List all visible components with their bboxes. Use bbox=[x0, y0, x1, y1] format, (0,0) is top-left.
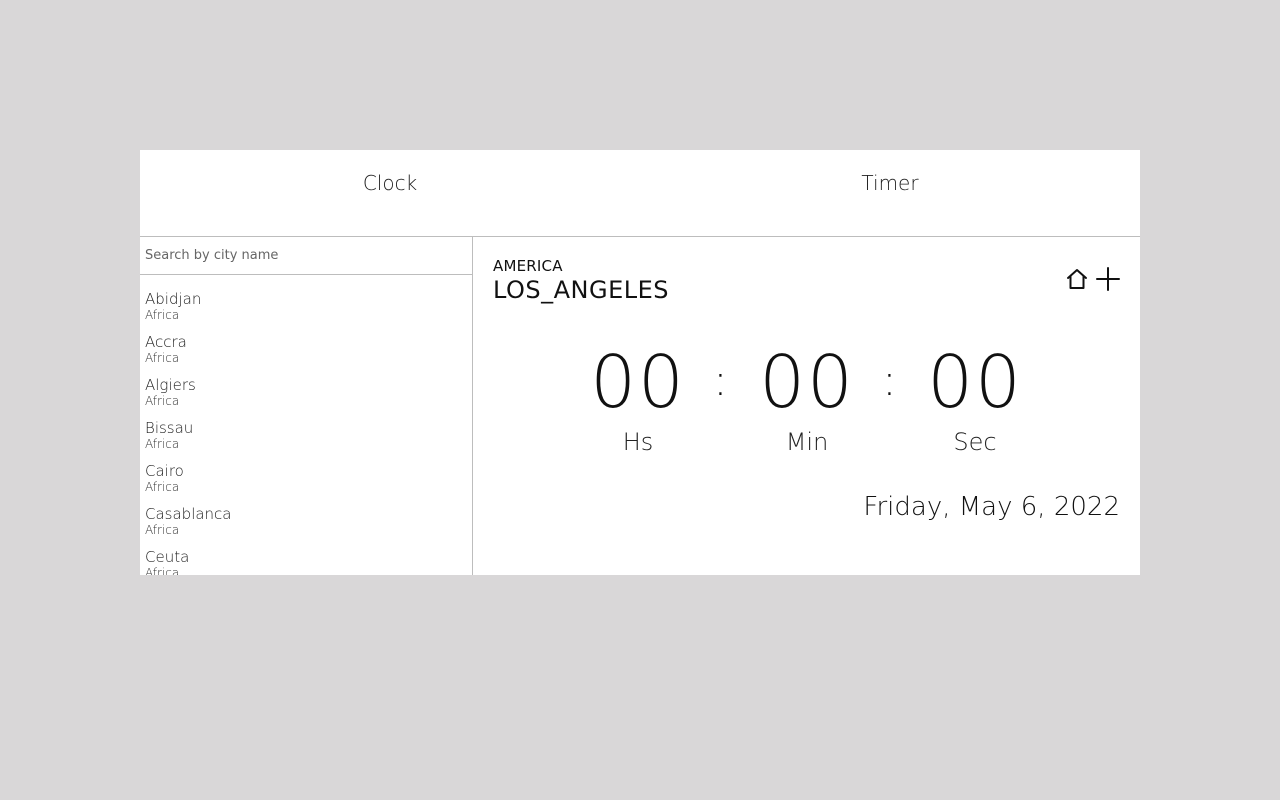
city-name: Accra bbox=[145, 333, 187, 351]
time-separator: : bbox=[713, 355, 728, 406]
city-region: Africa bbox=[145, 351, 180, 365]
plus-icon bbox=[1096, 267, 1120, 291]
home-icon bbox=[1067, 269, 1087, 289]
hours-value: 00 bbox=[590, 340, 686, 424]
tab-timer[interactable]: Timer bbox=[640, 150, 1140, 236]
hours-label: Hs bbox=[622, 428, 654, 456]
city-name: Ceuta bbox=[145, 548, 190, 566]
world-clock-app: Clock Timer Abidjan Africa Accra Africa … bbox=[140, 150, 1140, 575]
city-region: Africa bbox=[145, 480, 180, 494]
minutes-block: 00 Min bbox=[737, 337, 877, 457]
city-region: Africa bbox=[145, 394, 180, 408]
city-region: Africa bbox=[145, 523, 180, 537]
city-region: Africa bbox=[145, 566, 180, 575]
city-item-algiers[interactable]: Algiers Africa bbox=[145, 376, 472, 419]
seconds-value: 00 bbox=[927, 340, 1023, 424]
tab-clock[interactable]: Clock bbox=[140, 150, 640, 236]
city-item-ceuta[interactable]: Ceuta Africa bbox=[145, 548, 472, 575]
city-item-bissau[interactable]: Bissau Africa bbox=[145, 419, 472, 462]
selected-region: AMERICA bbox=[493, 257, 563, 275]
time-separator: : bbox=[882, 355, 897, 406]
clock-panel: AMERICA LOS_ANGELES 00 Hs : 00 Min : 00 … bbox=[473, 237, 1140, 575]
current-date: Friday, May 6, 2022 bbox=[863, 492, 1120, 522]
city-item-cairo[interactable]: Cairo Africa bbox=[145, 462, 472, 505]
tab-bar: Clock Timer bbox=[140, 150, 1140, 237]
city-name: Cairo bbox=[145, 462, 184, 480]
city-region: Africa bbox=[145, 437, 180, 451]
selected-city: LOS_ANGELES bbox=[493, 276, 670, 304]
city-name: Casablanca bbox=[145, 505, 232, 523]
city-sidebar: Abidjan Africa Accra Africa Algiers Afri… bbox=[140, 237, 473, 575]
seconds-block: 00 Sec bbox=[905, 337, 1045, 457]
city-name: Bissau bbox=[145, 419, 194, 437]
city-list: Abidjan Africa Accra Africa Algiers Afri… bbox=[140, 275, 472, 575]
city-item-abidjan[interactable]: Abidjan Africa bbox=[145, 290, 472, 333]
add-city-button[interactable] bbox=[1095, 266, 1121, 292]
hours-block: 00 Hs bbox=[568, 337, 708, 457]
minutes-value: 00 bbox=[759, 340, 855, 424]
search-input[interactable] bbox=[140, 237, 472, 275]
city-item-casablanca[interactable]: Casablanca Africa bbox=[145, 505, 472, 548]
time-display: 00 Hs : 00 Min : 00 Sec bbox=[473, 337, 1140, 467]
city-region: Africa bbox=[145, 308, 180, 322]
minutes-label: Min bbox=[785, 428, 829, 456]
home-button[interactable] bbox=[1064, 266, 1090, 292]
seconds-label: Sec bbox=[953, 428, 997, 456]
city-item-accra[interactable]: Accra Africa bbox=[145, 333, 472, 376]
city-name: Abidjan bbox=[145, 290, 202, 308]
city-name: Algiers bbox=[145, 376, 196, 394]
